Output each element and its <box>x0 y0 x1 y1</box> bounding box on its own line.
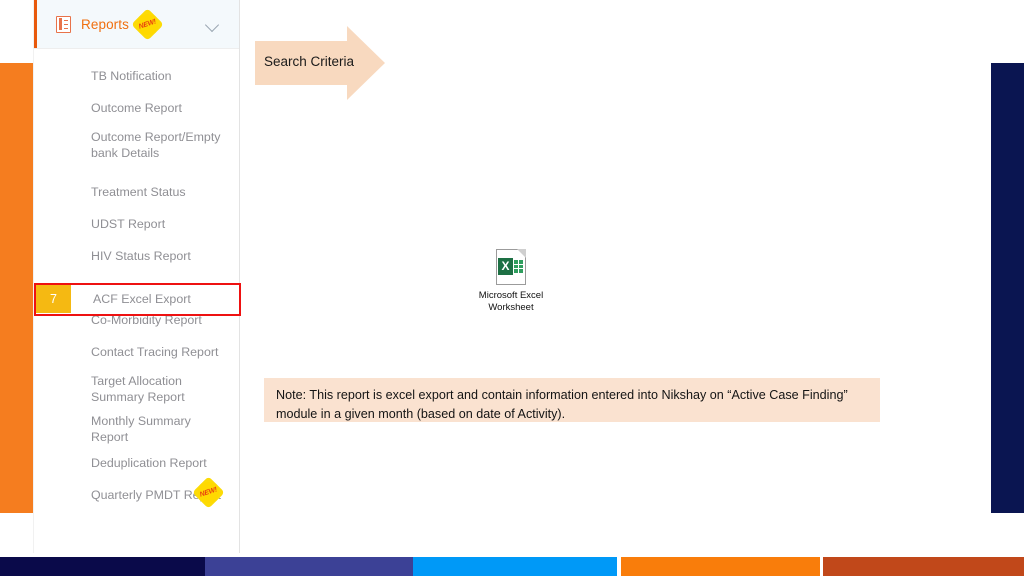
sidebar-item-outcome-report[interactable]: Outcome Report <box>34 97 239 118</box>
sidebar-item-label: UDST Report <box>91 216 166 231</box>
sidebar-item-outcome-report-empty-bank-details[interactable]: Outcome Report/Empty bank Details <box>34 129 239 178</box>
chevron-down-icon[interactable] <box>204 17 220 33</box>
sidebar-item-label: Target Allocation Summary Report <box>91 374 185 404</box>
sidebar-item-label: Monthly Summary Report <box>91 414 191 444</box>
excel-caption-line2: Worksheet <box>488 302 534 313</box>
sidebar-title: Reports <box>81 16 129 32</box>
strip-segment-rust <box>823 557 1024 576</box>
sidebar-item-treatment-status[interactable]: Treatment Status <box>34 181 239 202</box>
sidebar-item-label: Outcome Report/Empty bank Details <box>91 130 221 160</box>
strip-segment-indigo <box>205 557 413 576</box>
microsoft-excel-file-icon: X <box>496 249 526 285</box>
sidebar-item-label: Deduplication Report <box>91 455 207 470</box>
note-box: Note: This report is excel export and co… <box>264 378 880 422</box>
excel-grid-icon <box>514 260 523 273</box>
right-accent-bar <box>991 63 1024 513</box>
bottom-color-strip <box>0 557 1024 576</box>
reports-sidebar: Reports NEW! TB Notification Outcome Rep… <box>33 0 241 553</box>
excel-x-glyph: X <box>498 258 513 275</box>
sidebar-item-label: Contact Tracing Report <box>91 344 219 359</box>
excel-file-shortcut[interactable]: X Microsoft Excel Worksheet <box>455 249 567 314</box>
header-accent-line <box>34 0 37 48</box>
excel-caption-line1: Microsoft Excel <box>478 290 544 301</box>
sidebar-item-label: ACF Excel Export <box>93 292 191 306</box>
sidebar-item-tb-notification[interactable]: TB Notification <box>34 65 239 86</box>
excel-caption: Microsoft Excel Worksheet <box>455 290 567 314</box>
sidebar-item-monthly-summary-report[interactable]: Monthly Summary Report <box>34 413 239 448</box>
strip-segment-azure <box>413 557 617 576</box>
new-badge-icon: NEW! <box>131 7 164 41</box>
sidebar-item-udst-report[interactable]: UDST Report <box>34 213 239 234</box>
sidebar-item-contact-tracing-report[interactable]: Contact Tracing Report <box>34 341 239 362</box>
search-criteria-callout: Search Criteria <box>255 26 385 100</box>
new-badge-icon: NEW! <box>192 476 225 509</box>
sidebar-item-target-allocation-summary-report[interactable]: Target Allocation Summary Report <box>34 373 239 408</box>
sidebar-item-label: TB Notification <box>91 68 172 83</box>
sidebar-item-quarterly-pmdt-report[interactable]: Quarterly PMDT Report NEW! <box>34 476 239 509</box>
report-document-icon <box>56 15 71 33</box>
sidebar-item-deduplication-report[interactable]: Deduplication Report <box>34 452 239 473</box>
search-criteria-label: Search Criteria <box>264 54 355 69</box>
sidebar-header-reports[interactable]: Reports NEW! <box>34 0 239 49</box>
sidebar-item-label: Treatment Status <box>91 184 186 199</box>
sidebar-item-label: Outcome Report <box>91 100 182 115</box>
left-accent-bar <box>0 63 33 513</box>
sidebar-item-acf-excel-export-highlighted[interactable]: 7 ACF Excel Export <box>34 283 241 316</box>
new-badge-label: NEW! <box>137 17 158 31</box>
step-number-badge: 7 <box>36 285 71 313</box>
new-badge-label: NEW! <box>198 485 218 499</box>
strip-segment-orange <box>621 557 820 576</box>
reports-menu-list: TB Notification Outcome Report Outcome R… <box>34 49 239 509</box>
strip-segment-navy <box>0 557 205 576</box>
sidebar-item-hiv-status-report[interactable]: HIV Status Report <box>34 245 239 266</box>
sidebar-item-label: HIV Status Report <box>91 248 191 263</box>
